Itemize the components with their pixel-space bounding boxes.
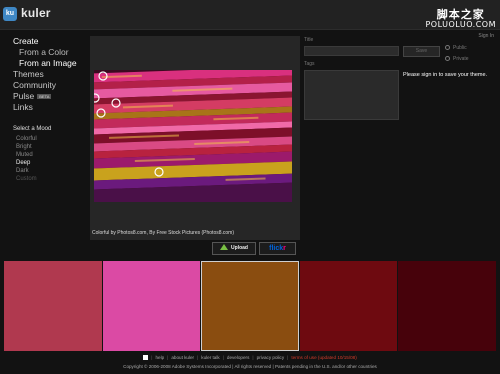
footer-terms-link[interactable]: terms of use (updated 10/15/08) [291,355,356,360]
nav-from-a-color[interactable]: From a Color [13,47,77,58]
top-bar: ku kuler 脚本之家 POLUOLUO.COM [0,0,500,30]
source-photo [94,70,292,202]
save-button[interactable]: Save [403,46,440,57]
watermark-url: POLUOLUO.COM [425,20,496,29]
mood-dark[interactable]: Dark [13,167,51,175]
public-label: Public [453,45,467,51]
beta-badge: BETA [37,94,52,100]
footer-links: | help | about kuler | kuler talk | developers |… [0,354,500,361]
kuler-logo-icon[interactable]: ku [3,7,17,21]
upload-label: Upload [231,245,248,251]
upload-button[interactable]: Upload [212,242,256,255]
mood-bright[interactable]: Bright [13,143,51,151]
nav-create[interactable]: Create [13,36,77,47]
title-label: Title [304,37,314,43]
public-radio[interactable]: Public [445,45,467,51]
title-input[interactable] [304,46,399,56]
swatch-3[interactable] [201,261,299,351]
copyright: Copyright © 2006-2008 Adobe Systems Inco… [123,364,377,369]
watermark-chinese-text: 脚本之家 [436,8,485,21]
mood-custom[interactable]: Custom [13,175,51,183]
nav-pulse[interactable]: Pulse BETA [13,91,77,102]
upload-arrow-icon [220,244,229,250]
footer: | help | about kuler | kuler talk | developers |… [0,354,500,370]
footer-privacy-link[interactable]: privacy policy [257,355,285,360]
radio-private-icon [445,56,450,61]
mood-selector: Select a Mood Colorful Bright Muted Deep… [13,126,51,183]
radio-public-icon [445,45,450,50]
nav-from-an-image[interactable]: From an Image [13,58,77,69]
footer-help-link[interactable]: help [155,355,164,360]
tags-label: Tags [304,61,315,67]
flickr-button[interactable]: flickr [259,242,296,255]
tags-input[interactable] [304,70,399,120]
nav-themes[interactable]: Themes [13,69,77,80]
adobe-logo-icon [143,355,149,360]
nav-links[interactable]: Links [13,102,77,113]
footer-talk-link[interactable]: kuler talk [201,355,219,360]
flickr-logo-part2: r [283,245,286,252]
swatch-4[interactable] [299,261,398,351]
swatch-1[interactable] [4,261,102,351]
mood-title: Select a Mood [13,126,52,132]
left-nav: Create From a Color From an Image Themes… [13,36,77,113]
theme-swatches [4,261,496,351]
swatch-5[interactable] [398,261,496,351]
mood-colorful[interactable]: Colorful [13,135,51,143]
sign-in-link[interactable]: Sign In [478,33,494,39]
image-panel: Colorful by Photos8.com, By Free Stock P… [90,36,300,240]
private-label: Private [453,56,469,62]
mood-deep[interactable]: Deep [13,159,51,167]
app-name[interactable]: kuler [21,6,51,20]
sign-in-message: Please sign in to save your theme. [403,72,488,78]
mood-muted[interactable]: Muted [13,151,51,159]
private-radio[interactable]: Private [445,56,469,62]
nav-pulse-label: Pulse [13,91,35,101]
nav-community[interactable]: Community [13,80,77,91]
watermark: 脚本之家 POLUOLUO.COM [425,9,496,29]
footer-developers-link[interactable]: developers [227,355,249,360]
photo-caption: Colorful by Photos8.com, By Free Stock P… [92,230,234,236]
footer-about-link[interactable]: about kuler [171,355,194,360]
flickr-logo-part1: flick [269,245,284,252]
swatch-2[interactable] [102,261,201,351]
